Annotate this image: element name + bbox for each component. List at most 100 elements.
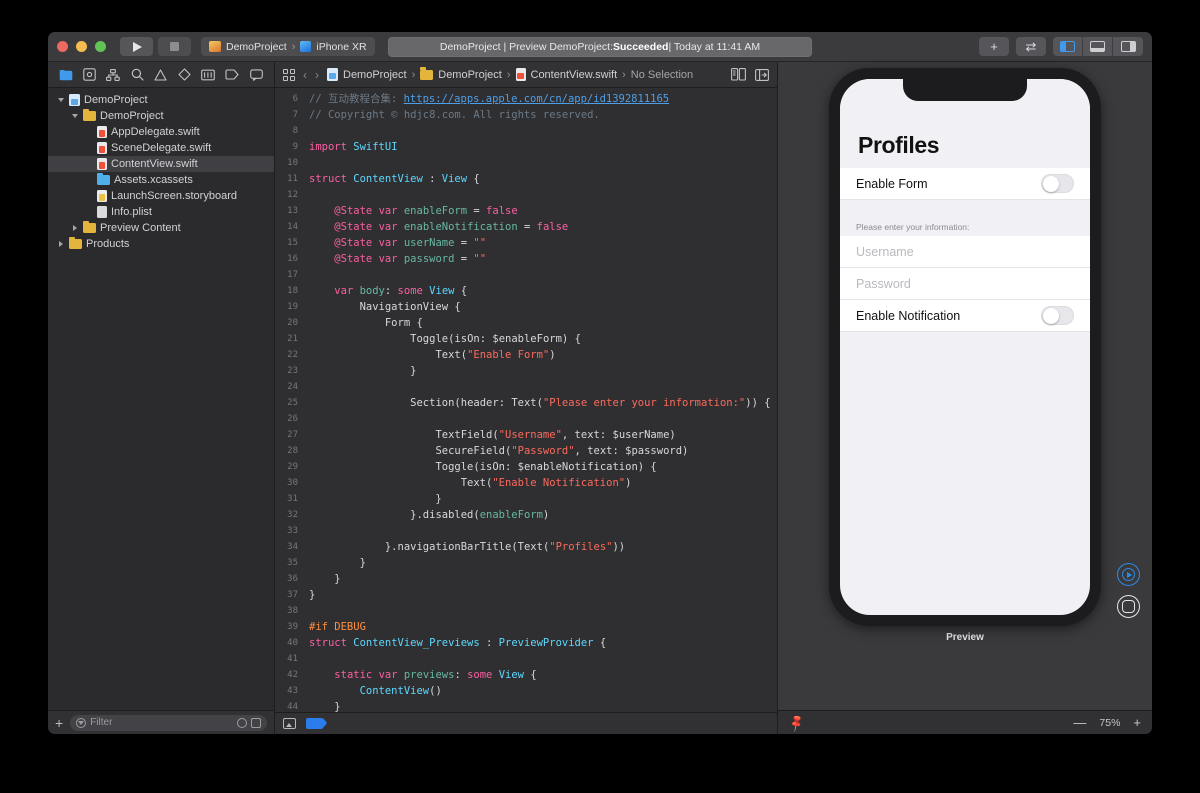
device-screen[interactable]: Profiles Enable Form Please enter your i… xyxy=(840,79,1090,615)
canvas-area[interactable]: Profiles Enable Form Please enter your i… xyxy=(778,62,1152,710)
tree-item-demoproject[interactable]: DemoProject xyxy=(48,108,274,124)
code-line[interactable]: struct ContentView : View { xyxy=(309,171,777,187)
code-line[interactable]: Section(header: Text("Please enter your … xyxy=(309,395,777,411)
toggle-debug-button[interactable] xyxy=(1083,37,1113,56)
tree-item-info-plist[interactable]: Info.plist xyxy=(48,204,274,220)
zoom-out-button[interactable]: — xyxy=(1073,715,1086,730)
preview-on-device-button[interactable] xyxy=(1117,595,1140,618)
toggle-switch[interactable] xyxy=(1041,174,1074,193)
toggle-inspector-button[interactable] xyxy=(1113,37,1143,56)
tree-item-assets-xcassets[interactable]: Assets.xcassets xyxy=(48,172,274,188)
project-file-tree[interactable]: DemoProject DemoProject AppDelegate.swift S… xyxy=(48,88,274,710)
preview-row-enable-form[interactable]: Enable Form xyxy=(840,168,1090,200)
activity-status-bar[interactable]: DemoProject | Preview DemoProject: Succe… xyxy=(388,36,812,57)
code-line[interactable]: } xyxy=(309,555,777,571)
code-line[interactable]: @State var password = "" xyxy=(309,251,777,267)
add-file-button[interactable]: + xyxy=(55,716,63,730)
breadcrumb-item-3[interactable]: No Selection xyxy=(631,69,693,81)
zoom-in-button[interactable]: + xyxy=(1133,715,1141,730)
preview-row-username[interactable]: Username xyxy=(840,236,1090,268)
code-line[interactable]: } xyxy=(309,571,777,587)
code-line[interactable]: #if DEBUG xyxy=(309,619,777,635)
breadcrumb-item-2[interactable]: ContentView.swift xyxy=(531,69,618,81)
back-button[interactable]: ‹ xyxy=(303,68,307,82)
stop-button[interactable] xyxy=(158,37,191,56)
code-line[interactable]: } xyxy=(309,491,777,507)
report-icon[interactable] xyxy=(201,68,216,82)
tag-icon[interactable] xyxy=(306,718,327,729)
comment-icon[interactable] xyxy=(249,68,264,82)
code-line[interactable]: Toggle(isOn: $enableForm) { xyxy=(309,331,777,347)
code-line[interactable] xyxy=(309,123,777,139)
source-control-filter-icon[interactable] xyxy=(251,717,261,728)
source-editor[interactable]: 6 7 8 9 10 11 12 13 14 15 16 17 18 19 20 21 22 23 24 25 26 27… xyxy=(275,88,777,712)
add-editor-button[interactable]: + xyxy=(979,37,1009,56)
code-line[interactable] xyxy=(309,379,777,395)
code-line[interactable]: SecureField("Password", text: $password) xyxy=(309,443,777,459)
breadcrumb-item-0[interactable]: DemoProject xyxy=(343,69,407,81)
related-items-icon[interactable] xyxy=(283,68,295,81)
code-line[interactable]: @State var userName = "" xyxy=(309,235,777,251)
filter-field[interactable]: Filter xyxy=(70,714,267,731)
close-button[interactable] xyxy=(57,41,68,52)
tree-item-demoproject[interactable]: DemoProject xyxy=(48,92,274,108)
code-text[interactable]: // 互动教程合集: https://apps.apple.com/cn/app… xyxy=(305,88,777,712)
symbol-hierarchy-icon[interactable] xyxy=(106,68,121,82)
image-literal-icon[interactable] xyxy=(283,718,296,729)
tree-item-products[interactable]: Products xyxy=(48,236,274,252)
code-line[interactable] xyxy=(309,187,777,203)
forward-button[interactable]: › xyxy=(315,68,319,82)
tree-item-preview-content[interactable]: Preview Content xyxy=(48,220,274,236)
tag-icon[interactable] xyxy=(225,68,240,82)
breadcrumb[interactable]: DemoProject › DemoProject › ContentView.… xyxy=(327,67,693,81)
breadcrumb-item-1[interactable]: DemoProject xyxy=(438,69,502,81)
code-line[interactable]: static var previews: some View { xyxy=(309,667,777,683)
preview-row-enable-notification[interactable]: Enable Notification xyxy=(840,300,1090,332)
scheme-selector[interactable]: DemoProject › iPhone XR xyxy=(201,37,375,56)
code-line[interactable]: TextField("Username", text: $userName) xyxy=(309,427,777,443)
assistant-editor-icon[interactable] xyxy=(731,68,746,81)
disclosure-triangle-icon[interactable] xyxy=(70,112,79,121)
code-line[interactable]: ContentView() xyxy=(309,683,777,699)
tree-item-contentview-swift[interactable]: ContentView.swift xyxy=(48,156,274,172)
tree-item-launchscreen-storyboard[interactable]: LaunchScreen.storyboard xyxy=(48,188,274,204)
code-line[interactable]: // Copyright © hdjc8.com. All rights res… xyxy=(309,107,777,123)
source-control-icon[interactable] xyxy=(82,68,97,82)
code-line[interactable]: @State var enableForm = false xyxy=(309,203,777,219)
zoom-button[interactable] xyxy=(95,41,106,52)
code-line[interactable]: } xyxy=(309,587,777,603)
swap-editor-button[interactable]: ⇄ xyxy=(1016,37,1046,56)
disclosure-triangle-icon[interactable] xyxy=(56,240,65,249)
disclosure-triangle-icon[interactable] xyxy=(70,224,79,233)
preview-row-password[interactable]: Password xyxy=(840,268,1090,300)
tree-item-scenedelegate-swift[interactable]: SceneDelegate.swift xyxy=(48,140,274,156)
code-line[interactable] xyxy=(309,651,777,667)
code-line[interactable]: }.disabled(enableForm) xyxy=(309,507,777,523)
code-line[interactable]: Form { xyxy=(309,315,777,331)
warning-icon[interactable] xyxy=(153,68,168,82)
search-icon[interactable] xyxy=(130,68,145,82)
code-line[interactable]: @State var enableNotification = false xyxy=(309,219,777,235)
code-line[interactable]: }.navigationBarTitle(Text("Profiles")) xyxy=(309,539,777,555)
code-line[interactable]: Text("Enable Form") xyxy=(309,347,777,363)
hide-inspector-icon[interactable] xyxy=(755,68,769,81)
run-button[interactable] xyxy=(120,37,153,56)
tree-item-appdelegate-swift[interactable]: AppDelegate.swift xyxy=(48,124,274,140)
recent-files-icon[interactable] xyxy=(237,717,247,728)
live-preview-button[interactable] xyxy=(1117,563,1140,586)
code-line[interactable]: Toggle(isOn: $enableNotification) { xyxy=(309,459,777,475)
toggle-navigator-button[interactable] xyxy=(1053,37,1083,56)
toggle-switch[interactable] xyxy=(1041,306,1074,325)
pin-icon[interactable]: 📌 xyxy=(786,712,806,732)
code-line[interactable]: } xyxy=(309,699,777,712)
code-line[interactable] xyxy=(309,523,777,539)
code-line[interactable]: Text("Enable Notification") xyxy=(309,475,777,491)
folder-icon[interactable] xyxy=(58,68,73,82)
breakpoint-icon[interactable] xyxy=(177,68,192,82)
code-line[interactable]: // 互动教程合集: https://apps.apple.com/cn/app… xyxy=(309,91,777,107)
code-line[interactable]: import SwiftUI xyxy=(309,139,777,155)
minimize-button[interactable] xyxy=(76,41,87,52)
code-line[interactable]: struct ContentView_Previews : PreviewPro… xyxy=(309,635,777,651)
code-line[interactable]: } xyxy=(309,363,777,379)
code-line[interactable]: var body: some View { xyxy=(309,283,777,299)
